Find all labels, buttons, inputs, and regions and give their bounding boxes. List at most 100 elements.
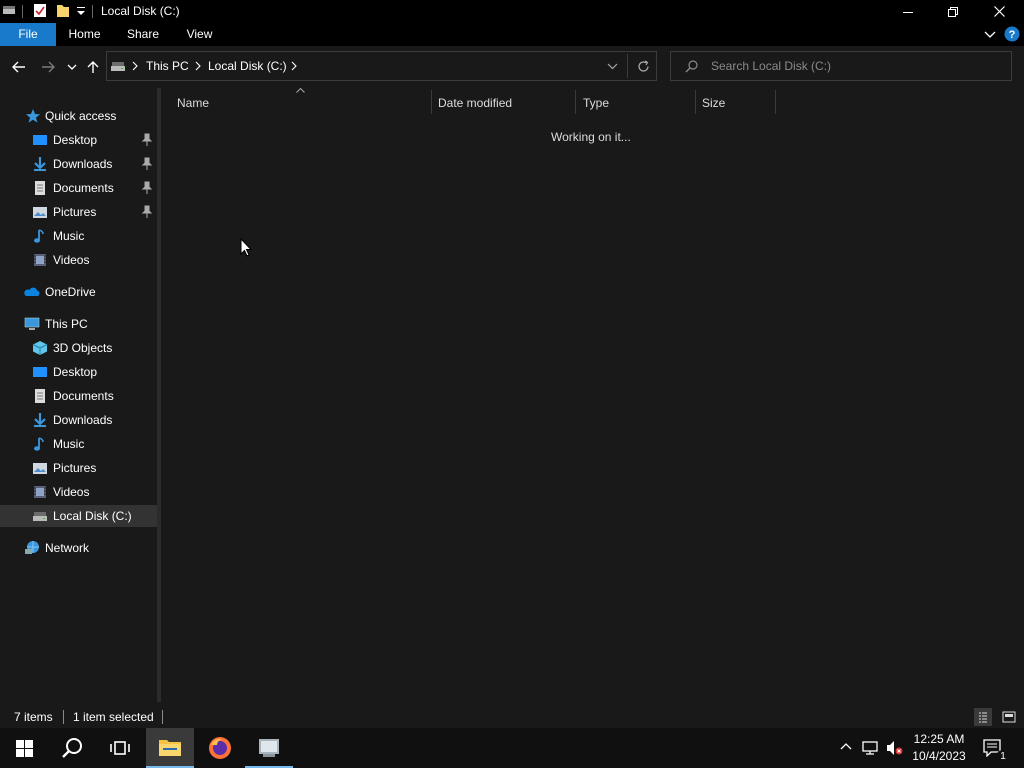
- up-button[interactable]: [83, 58, 103, 76]
- mouse-cursor-icon: [240, 238, 252, 257]
- column-header-type[interactable]: Type: [583, 96, 609, 110]
- refresh-icon[interactable]: [637, 60, 650, 73]
- task-view-button[interactable]: [96, 728, 144, 768]
- clock-time[interactable]: 12:25 AM: [905, 732, 973, 746]
- nav-label: OneDrive: [45, 285, 96, 299]
- nav-label: 3D Objects: [53, 341, 113, 355]
- nav-label: Videos: [53, 485, 90, 499]
- address-dropdown-icon[interactable]: [607, 63, 618, 70]
- column-header-size[interactable]: Size: [702, 96, 725, 110]
- details-view-button[interactable]: [974, 708, 992, 726]
- tab-view[interactable]: View: [178, 23, 221, 46]
- nav-item-network[interactable]: Network: [0, 537, 157, 559]
- search-placeholder: Search Local Disk (C:): [711, 59, 832, 73]
- nav-item-pictures[interactable]: Pictures: [0, 457, 157, 479]
- sort-ascending-icon: [296, 88, 305, 93]
- show-hidden-icons-icon[interactable]: [840, 742, 852, 750]
- separator: [63, 710, 64, 724]
- network-icon: [24, 540, 40, 556]
- large-icons-view-button[interactable]: [1000, 708, 1018, 726]
- pin-icon[interactable]: [141, 133, 153, 147]
- back-button[interactable]: [9, 58, 29, 76]
- documents-icon: [32, 388, 48, 404]
- network-status-icon[interactable]: [862, 740, 880, 756]
- nav-item-downloads[interactable]: Downloads: [0, 409, 157, 431]
- navigation-pane: Quick access Desktop Downloads Documents…: [0, 88, 157, 702]
- item-count: 7 items: [14, 710, 53, 724]
- column-divider[interactable]: [431, 90, 432, 114]
- nav-item-local-disk[interactable]: Local Disk (C:): [0, 505, 157, 527]
- restore-button[interactable]: [930, 0, 976, 23]
- expand-ribbon-icon[interactable]: [984, 28, 996, 40]
- minimize-button[interactable]: [885, 0, 931, 23]
- recent-locations-button[interactable]: [62, 58, 82, 76]
- nav-item-this-pc[interactable]: This PC: [0, 313, 157, 335]
- nav-item-music[interactable]: Music: [0, 225, 157, 247]
- column-divider[interactable]: [575, 90, 576, 114]
- column-header-date-modified[interactable]: Date modified: [438, 96, 512, 110]
- nav-item-music[interactable]: Music: [0, 433, 157, 455]
- nav-label: Desktop: [53, 365, 98, 379]
- breadcrumb-local-disk[interactable]: Local Disk (C:): [208, 59, 287, 73]
- nav-item-documents[interactable]: Documents: [0, 177, 157, 199]
- nav-item-onedrive[interactable]: OneDrive: [0, 281, 157, 303]
- nav-item-documents[interactable]: Documents: [0, 385, 157, 407]
- column-divider[interactable]: [695, 90, 696, 114]
- new-folder-icon[interactable]: [56, 3, 70, 18]
- volume-muted-icon[interactable]: [886, 740, 904, 756]
- nav-label: Documents: [53, 389, 114, 403]
- properties-icon[interactable]: [33, 3, 47, 18]
- search-button[interactable]: [48, 728, 96, 768]
- customize-toolbar-icon[interactable]: [76, 5, 86, 17]
- music-icon: [32, 436, 48, 452]
- file-list[interactable]: Name Date modified Type Size Working on …: [161, 88, 1024, 702]
- nav-item-desktop[interactable]: Desktop: [0, 361, 157, 383]
- nav-label: Desktop: [53, 133, 98, 147]
- start-button[interactable]: [0, 728, 48, 768]
- taskbar-file-explorer[interactable]: [146, 728, 194, 768]
- nav-item-quick-access[interactable]: Quick access: [0, 105, 157, 127]
- separator: [92, 5, 93, 18]
- taskbar-firefox[interactable]: [196, 728, 244, 768]
- chevron-right-icon[interactable]: [195, 61, 201, 71]
- pin-icon[interactable]: [141, 157, 153, 171]
- videos-icon: [32, 252, 48, 268]
- nav-label: Quick access: [45, 109, 117, 123]
- tab-home[interactable]: Home: [62, 23, 107, 46]
- nav-item-desktop[interactable]: Desktop: [0, 129, 157, 151]
- nav-item-3d-objects[interactable]: 3D Objects: [0, 337, 157, 359]
- column-header-name[interactable]: Name: [177, 96, 209, 110]
- loading-message: Working on it...: [551, 130, 631, 144]
- taskbar-other-app[interactable]: [245, 728, 293, 768]
- nav-item-pictures[interactable]: Pictures: [0, 201, 157, 223]
- search-input[interactable]: Search Local Disk (C:): [670, 51, 1012, 81]
- chevron-right-icon[interactable]: [132, 61, 138, 71]
- nav-label: Music: [53, 229, 85, 243]
- music-icon: [32, 228, 48, 244]
- column-divider[interactable]: [775, 90, 776, 114]
- svg-text:?: ?: [1009, 29, 1016, 41]
- drive-app-icon: [2, 3, 16, 17]
- window-title: Local Disk (C:): [101, 4, 180, 18]
- chevron-right-icon[interactable]: [291, 61, 297, 71]
- onedrive-icon: [23, 284, 40, 300]
- clock-date[interactable]: 10/4/2023: [905, 749, 973, 763]
- nav-label: Downloads: [53, 413, 113, 427]
- address-bar[interactable]: This PC Local Disk (C:): [106, 51, 657, 81]
- nav-item-downloads[interactable]: Downloads: [0, 153, 157, 175]
- navigation-bar: This PC Local Disk (C:) Search Local Dis…: [0, 46, 1024, 88]
- pin-icon[interactable]: [141, 181, 153, 195]
- tab-share[interactable]: Share: [120, 23, 166, 46]
- nav-item-videos[interactable]: Videos: [0, 481, 157, 503]
- status-bar: 7 items 1 item selected: [0, 706, 1024, 728]
- tab-file[interactable]: File: [0, 23, 56, 46]
- help-icon[interactable]: ?: [1004, 26, 1020, 42]
- selection-count: 1 item selected: [73, 710, 154, 724]
- forward-button[interactable]: [38, 58, 58, 76]
- nav-item-videos[interactable]: Videos: [0, 249, 157, 271]
- pin-icon[interactable]: [141, 205, 153, 219]
- taskbar: 12:25 AM 10/4/2023 1: [0, 728, 1024, 768]
- close-button[interactable]: [976, 0, 1022, 23]
- breadcrumb-this-pc[interactable]: This PC: [146, 59, 189, 73]
- search-icon: [685, 60, 698, 73]
